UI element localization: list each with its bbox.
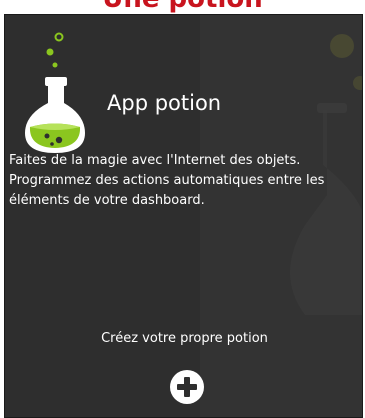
card-header: App potion — [5, 15, 362, 155]
add-potion-button[interactable] — [170, 370, 204, 404]
potion-flask-icon — [25, 32, 85, 153]
page: Une potion — [0, 0, 365, 418]
plus-circle-icon — [177, 377, 197, 397]
description-line: Faites de la magie avec l'Internet des o… — [9, 153, 301, 168]
description-line: éléments de votre dashboard. — [9, 193, 205, 208]
description-line: Programmez des actions automatiques entr… — [9, 173, 325, 188]
create-potion-label: Créez votre propre potion — [101, 331, 268, 346]
app-description: Faites de la magie avec l'Internet des o… — [9, 151, 361, 211]
app-title: App potion — [107, 91, 222, 115]
app-card: App potion Faites de la magie avec l'Int… — [4, 14, 363, 418]
page-title: Une potion — [0, 0, 365, 14]
